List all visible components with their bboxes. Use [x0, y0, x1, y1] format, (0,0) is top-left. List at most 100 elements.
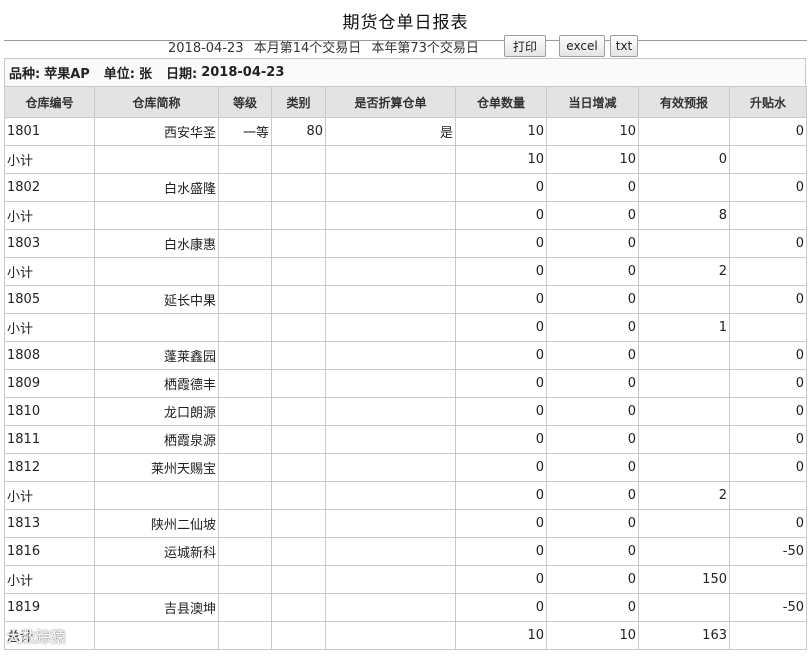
table-cell: [638, 341, 730, 370]
table-cell: 10: [455, 117, 547, 146]
table-cell: [729, 145, 807, 174]
variety-value: 苹果AP: [44, 67, 90, 82]
table-body: 1801 西安华圣 一等 80 是 10 10 0 小计 10 10 0 1802 白水盛隆 0 0 0 小计 0 0…: [4, 117, 807, 650]
warehouse-receipt-report: 品种: 苹果AP 单位: 张 日期: 2018-04-23 仓库编号 仓库简称 等级…: [4, 58, 807, 650]
table-row: 1809 栖霞德丰 0 0 0: [4, 369, 807, 398]
table-cell: [729, 565, 807, 594]
table-cell: [271, 397, 326, 426]
table-cell: 0: [455, 313, 547, 342]
date-label: 日期:: [166, 67, 198, 82]
header-divider: [4, 40, 807, 41]
table-cell: [271, 425, 326, 454]
table-cell: 0: [455, 537, 547, 566]
table-cell: [325, 453, 456, 482]
table-cell: 0: [546, 285, 639, 314]
excel-button[interactable]: excel: [559, 35, 605, 57]
table-row: 1802 白水盛隆 0 0 0: [4, 173, 807, 202]
table-cell: 吉县澳坤: [94, 593, 219, 622]
table-cell: [325, 621, 456, 650]
table-cell: 0: [729, 173, 807, 202]
table-cell: [94, 565, 219, 594]
table-cell: [218, 313, 272, 342]
table-cell: 0: [546, 257, 639, 286]
receipt-table: 仓库编号 仓库简称 等级 类别 是否折算仓单 仓单数量 当日增减 有效预报 升贴水 1801 西安…: [4, 86, 807, 650]
table-cell: 0: [546, 229, 639, 258]
table-cell: [218, 621, 272, 650]
table-cell: 1810: [4, 397, 95, 426]
table-cell: 163: [638, 621, 730, 650]
table-cell: [271, 229, 326, 258]
table-cell: [94, 481, 219, 510]
table-cell: 150: [638, 565, 730, 594]
table-cell: [638, 285, 730, 314]
table-cell: 0: [546, 173, 639, 202]
table-cell: [729, 257, 807, 286]
table-cell: 2: [638, 481, 730, 510]
table-cell: [638, 397, 730, 426]
table-cell: [218, 397, 272, 426]
table-cell: 小计: [4, 201, 95, 230]
table-cell: 10: [455, 621, 547, 650]
table-cell: [271, 537, 326, 566]
table-row: 小计 0 0 8: [4, 201, 807, 230]
table-cell: 栖霞泉源: [94, 425, 219, 454]
table-cell: [729, 621, 807, 650]
table-cell: [94, 257, 219, 286]
table-cell: [271, 509, 326, 538]
table-cell: 0: [455, 565, 547, 594]
variety-label: 品种:: [9, 67, 41, 82]
table-cell: [218, 537, 272, 566]
table-cell: 0: [455, 369, 547, 398]
table-row: 1810 龙口朗源 0 0 0: [4, 397, 807, 426]
table-cell: 0: [729, 397, 807, 426]
table-cell: 1808: [4, 341, 95, 370]
column-header: 当日增减: [546, 86, 639, 118]
table-cell: 延长中果: [94, 285, 219, 314]
table-cell: [218, 425, 272, 454]
unit-value: 张: [139, 67, 153, 82]
column-header: 有效预报: [638, 86, 730, 118]
table-cell: 0: [546, 201, 639, 230]
table-cell: 0: [455, 397, 547, 426]
table-cell: 0: [546, 593, 639, 622]
table-cell: 0: [729, 453, 807, 482]
table-cell: 1816: [4, 537, 95, 566]
table-cell: [94, 313, 219, 342]
table-cell: 一等: [218, 117, 272, 146]
table-cell: 1813: [4, 509, 95, 538]
table-cell: 0: [729, 117, 807, 146]
table-cell: 0: [546, 453, 639, 482]
month-trading-day: 本月第14个交易日: [253, 41, 362, 56]
table-cell: 0: [729, 285, 807, 314]
table-cell: [218, 369, 272, 398]
table-row: 小计 0 0 1: [4, 313, 807, 342]
table-cell: [218, 173, 272, 202]
table-cell: [218, 285, 272, 314]
print-button[interactable]: 打印: [504, 35, 546, 57]
table-cell: [325, 285, 456, 314]
table-cell: 1805: [4, 285, 95, 314]
table-cell: [271, 201, 326, 230]
column-header: 等级: [218, 86, 272, 118]
column-header: 仓库编号: [4, 86, 95, 118]
table-cell: 0: [455, 341, 547, 370]
table-cell: 1812: [4, 453, 95, 482]
column-header: 升贴水: [729, 86, 807, 118]
table-cell: 栖霞德丰: [94, 369, 219, 398]
table-cell: 0: [546, 341, 639, 370]
table-cell: [271, 285, 326, 314]
table-cell: 白水盛隆: [94, 173, 219, 202]
table-cell: [271, 369, 326, 398]
table-cell: [271, 257, 326, 286]
table-cell: [638, 453, 730, 482]
table-row: 小计 0 0 150: [4, 565, 807, 594]
table-cell: 1802: [4, 173, 95, 202]
table-cell: [218, 257, 272, 286]
table-row: 1803 白水康惠 0 0 0: [4, 229, 807, 258]
txt-button[interactable]: txt: [610, 35, 638, 57]
table-cell: 1809: [4, 369, 95, 398]
watermark: 大数踪猿: [6, 628, 67, 646]
table-cell: [271, 481, 326, 510]
table-cell: 小计: [4, 565, 95, 594]
table-cell: 0: [546, 509, 639, 538]
